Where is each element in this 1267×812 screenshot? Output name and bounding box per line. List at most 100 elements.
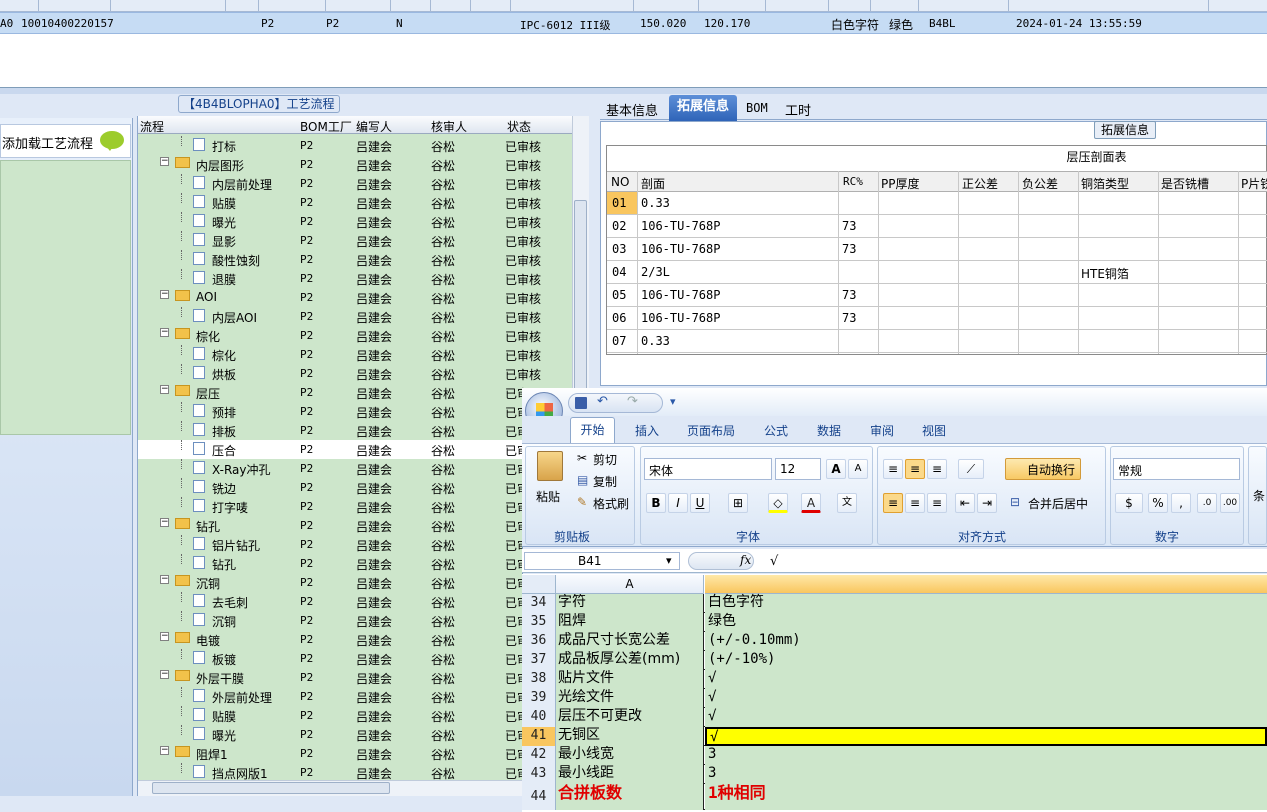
name-box[interactable]: B41 [524,552,680,570]
row-number[interactable]: 42 [522,746,556,765]
flow-row[interactable]: 退膜 P2 吕建会 谷松 已审核 [138,269,572,288]
cell-b[interactable]: √ [705,708,1267,727]
ribbon-tab-formula[interactable]: 公式 [764,422,788,439]
orientation-icon[interactable]: ⟋ [958,459,984,479]
col-writer[interactable]: 编写人 [356,118,392,135]
expand-toggle-icon[interactable]: − [160,670,169,679]
cell-b[interactable]: 3 [705,746,1267,765]
percent-button[interactable]: % [1148,493,1168,513]
col-bom[interactable]: BOM工厂 [300,118,352,135]
tab-bom[interactable]: BOM [746,101,768,115]
increase-decimal-icon[interactable]: .0 [1197,493,1217,513]
shrink-font-icon[interactable]: A [848,459,868,479]
flow-row[interactable]: − 层压 P2 吕建会 谷松 已审 [138,383,572,402]
row-number[interactable]: 44 [522,784,556,810]
insert-function-icon[interactable]: fx [740,553,751,567]
flow-row[interactable]: 打标 P2 吕建会 谷松 已审核 [138,136,572,155]
cell-a[interactable]: 贴片文件 [556,670,704,689]
expand-toggle-icon[interactable]: − [160,385,169,394]
font-color-icon[interactable]: A [801,493,821,513]
quick-access-toolbar[interactable]: ↶ ↷ [568,393,663,413]
expand-toggle-icon[interactable]: − [160,632,169,641]
flow-row[interactable]: 烘板 P2 吕建会 谷松 已审核 [138,364,572,383]
flow-row[interactable]: 板镀 P2 吕建会 谷松 已审 [138,649,572,668]
expand-toggle-icon[interactable]: − [160,518,169,527]
cell-b[interactable]: √ [705,727,1267,746]
flow-row[interactable]: 内层AOI P2 吕建会 谷松 已审核 [138,307,572,326]
flow-row[interactable]: 内层前处理 P2 吕建会 谷松 已审核 [138,174,572,193]
stackup-col-header[interactable]: 正公差 [962,175,998,192]
row-number[interactable]: 41 [522,727,556,746]
stackup-col-header[interactable]: 负公差 [1022,175,1058,192]
flow-row[interactable]: − 阻焊1 P2 吕建会 谷松 已审 [138,744,572,763]
qat-customize-icon[interactable]: ▾ [670,395,676,408]
col-status[interactable]: 状态 [507,118,531,135]
ribbon-tab-view[interactable]: 视图 [922,422,946,439]
flow-row[interactable]: 去毛刺 P2 吕建会 谷松 已审 [138,592,572,611]
merge-center-button[interactable]: 合并后居中 [1028,495,1088,512]
col-reviewer[interactable]: 核审人 [431,118,467,135]
tab-hours[interactable]: 工时 [785,100,811,119]
phonetic-icon[interactable]: 文 [837,493,857,513]
flow-row[interactable]: 曝光 P2 吕建会 谷松 已审核 [138,212,572,231]
row-number[interactable]: 37 [522,651,556,670]
expand-toggle-icon[interactable]: − [160,328,169,337]
expand-toggle-icon[interactable]: − [160,157,169,166]
cell-b[interactable]: 绿色 [705,613,1267,632]
cell-a[interactable]: 最小线宽 [556,746,704,765]
cut-button[interactable]: 剪切 [593,451,617,468]
cell-b[interactable]: 3 [705,765,1267,784]
flow-row[interactable]: 外层前处理 P2 吕建会 谷松 已审 [138,687,572,706]
flow-row[interactable]: − 内层图形 P2 吕建会 谷松 已审核 [138,155,572,174]
flow-row[interactable]: − 外层干膜 P2 吕建会 谷松 已审 [138,668,572,687]
font-name-select[interactable]: 宋体 [644,458,772,480]
row-number[interactable]: 38 [522,670,556,689]
cell-a[interactable]: 字符 [556,594,704,613]
row-number[interactable]: 34 [522,594,556,613]
copy-button[interactable]: 复制 [593,473,617,490]
flow-row[interactable]: 显影 P2 吕建会 谷松 已审核 [138,231,572,250]
align-left-icon[interactable]: ≡ [883,493,903,513]
undo-icon[interactable]: ↶ [597,394,608,409]
flow-row[interactable]: − 电镀 P2 吕建会 谷松 已审 [138,630,572,649]
stackup-col-header[interactable]: 剖面 [641,175,665,192]
cell-a[interactable]: 成品尺寸长宽公差 [556,632,704,651]
stackup-col-header[interactable]: P片铣 [1241,175,1267,192]
flow-row[interactable]: 曝光 P2 吕建会 谷松 已审 [138,725,572,744]
chat-bubble-icon[interactable] [100,131,124,151]
flow-row[interactable]: X-Ray冲孔 P2 吕建会 谷松 已审 [138,459,572,478]
ribbon-tab-review[interactable]: 审阅 [870,422,894,439]
cell-a[interactable]: 合拼板数 [556,784,704,810]
fill-color-icon[interactable]: ◇ [768,493,788,513]
cell-a[interactable]: 光绘文件 [556,689,704,708]
flow-row[interactable]: − 棕化 P2 吕建会 谷松 已审核 [138,326,572,345]
column-header-a[interactable]: A [556,575,704,594]
paste-icon[interactable] [537,451,563,481]
flow-row[interactable]: 酸性蚀刻 P2 吕建会 谷松 已审核 [138,250,572,269]
flow-row[interactable]: 钻孔 P2 吕建会 谷松 已审 [138,554,572,573]
align-middle-icon[interactable]: ≡ [905,459,925,479]
select-all-corner[interactable] [522,575,556,594]
grow-font-icon[interactable]: A [826,459,846,479]
flow-hscroll-thumb[interactable] [152,782,390,794]
save-icon[interactable] [575,397,587,409]
cell-b[interactable]: (+/-10%) [705,651,1267,670]
cell-a[interactable]: 成品板厚公差(mm) [556,651,704,670]
col-flow[interactable]: 流程 [140,118,164,135]
flow-row[interactable]: 排板 P2 吕建会 谷松 已审 [138,421,572,440]
format-painter-button[interactable]: 格式刷 [593,495,629,512]
bold-icon[interactable]: B [646,493,666,513]
expand-toggle-icon[interactable]: − [160,575,169,584]
flow-row[interactable]: 贴膜 P2 吕建会 谷松 已审 [138,706,572,725]
row-number[interactable]: 36 [522,632,556,651]
flow-row[interactable]: 打字唛 P2 吕建会 谷松 已审 [138,497,572,516]
expand-toggle-icon[interactable]: − [160,746,169,755]
currency-icon[interactable]: $ [1115,493,1143,513]
row-number[interactable]: 39 [522,689,556,708]
comma-button[interactable]: , [1171,493,1191,513]
cell-b[interactable]: 1种相同 [705,784,1267,810]
redo-icon[interactable]: ↷ [627,394,638,409]
column-header-b[interactable] [705,575,1267,594]
align-bottom-icon[interactable]: ≡ [927,459,947,479]
flow-row[interactable]: 铝片钻孔 P2 吕建会 谷松 已审 [138,535,572,554]
